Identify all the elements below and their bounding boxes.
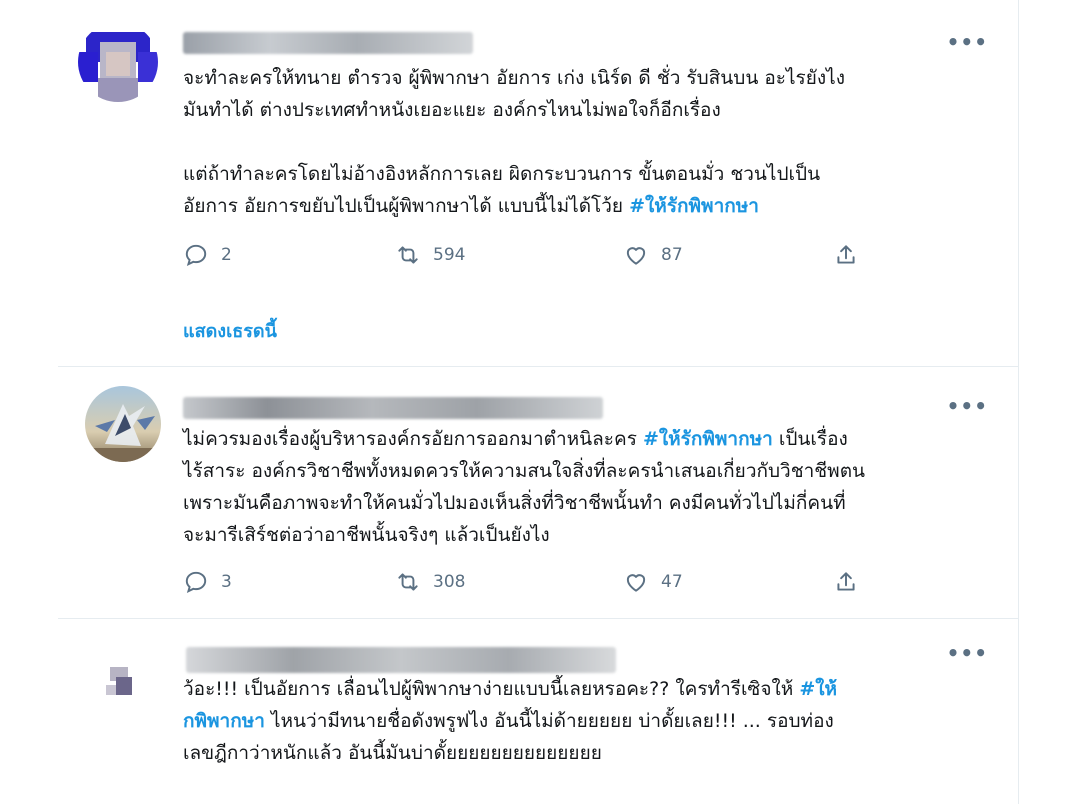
timeline: ••• จะทำละครให้ทนาย ตำรวจ ผู้พิพากษา อัย… [58,0,1019,804]
tweet-text: ไม่ควรมองเรื่องผู้บริหารองค์กรอัยการออกม… [183,423,1003,551]
author-name-blurred[interactable] [183,397,603,419]
tweet-text-body: ไม่ควรมองเรื่องผู้บริหารองค์กรอัยการออกม… [183,428,643,450]
author-name-blurred[interactable] [186,647,616,673]
more-options-icon[interactable]: ••• [947,641,988,665]
heart-icon [626,574,646,592]
more-options-icon[interactable]: ••• [947,30,988,54]
tweet-actions: 2 594 87 [183,240,903,270]
hashtag-link[interactable]: #ให้รักพิพากษา [643,428,773,450]
retweet-count: 594 [433,245,466,265]
reply-button[interactable]: 2 [183,240,232,270]
like-button[interactable]: 87 [623,240,683,270]
more-options-icon[interactable]: ••• [947,394,988,418]
tweet-text-body: ว้อะ!!! เป็นอัยการ เลื่อนไปผู้พิพากษาง่า… [183,678,800,700]
share-icon [837,572,855,591]
retweet-count: 308 [433,572,466,592]
share-icon [837,245,855,264]
heart-icon [626,247,646,265]
hashtag-link-continued[interactable]: กพิพากษา [183,710,265,732]
tweet[interactable]: ••• ไม่ควรมองเรื่องผู้บริหารองค์กรอัยการ… [58,367,1018,617]
hashtag-link[interactable]: #ให้ [799,678,837,700]
tweet-actions: 3 308 47 [183,567,903,597]
reply-count: 2 [221,245,232,265]
retweet-button[interactable]: 308 [395,567,465,597]
share-button[interactable] [833,567,859,597]
reply-count: 3 [221,572,232,592]
share-button[interactable] [833,240,859,270]
reply-icon [185,244,207,267]
retweet-icon [398,246,418,264]
like-button[interactable]: 47 [623,567,683,597]
reply-button[interactable]: 3 [183,567,232,597]
avatar[interactable] [85,386,161,462]
tweet-text: จะทำละครให้ทนาย ตำรวจ ผู้พิพากษา อัยการ … [183,62,1003,222]
tweet[interactable]: ••• จะทำละครให้ทนาย ตำรวจ ผู้พิพากษา อัย… [58,0,1018,366]
tweet[interactable]: ••• ว้อะ!!! เป็นอัยการ เลื่อนไปผู้พิพากษ… [58,619,1018,804]
avatar[interactable] [80,641,160,721]
avatar[interactable] [78,22,158,102]
retweet-button[interactable]: 594 [395,240,465,270]
hashtag-link[interactable]: #ให้รักพิพากษา [629,195,759,217]
like-count: 47 [661,572,683,592]
tweet-text: ว้อะ!!! เป็นอัยการ เลื่อนไปผู้พิพากษาง่า… [183,673,1003,769]
author-name-blurred[interactable] [183,32,473,54]
show-thread-link[interactable]: แสดงเธรดนี้ [183,316,277,345]
like-count: 87 [661,245,683,265]
tweet-text-body: ไหนว่ามีทนายชื่อดังพรูฟไง อันนี้ไม่ด้ายย… [183,710,834,764]
retweet-icon [398,573,418,591]
reply-icon [185,571,207,594]
